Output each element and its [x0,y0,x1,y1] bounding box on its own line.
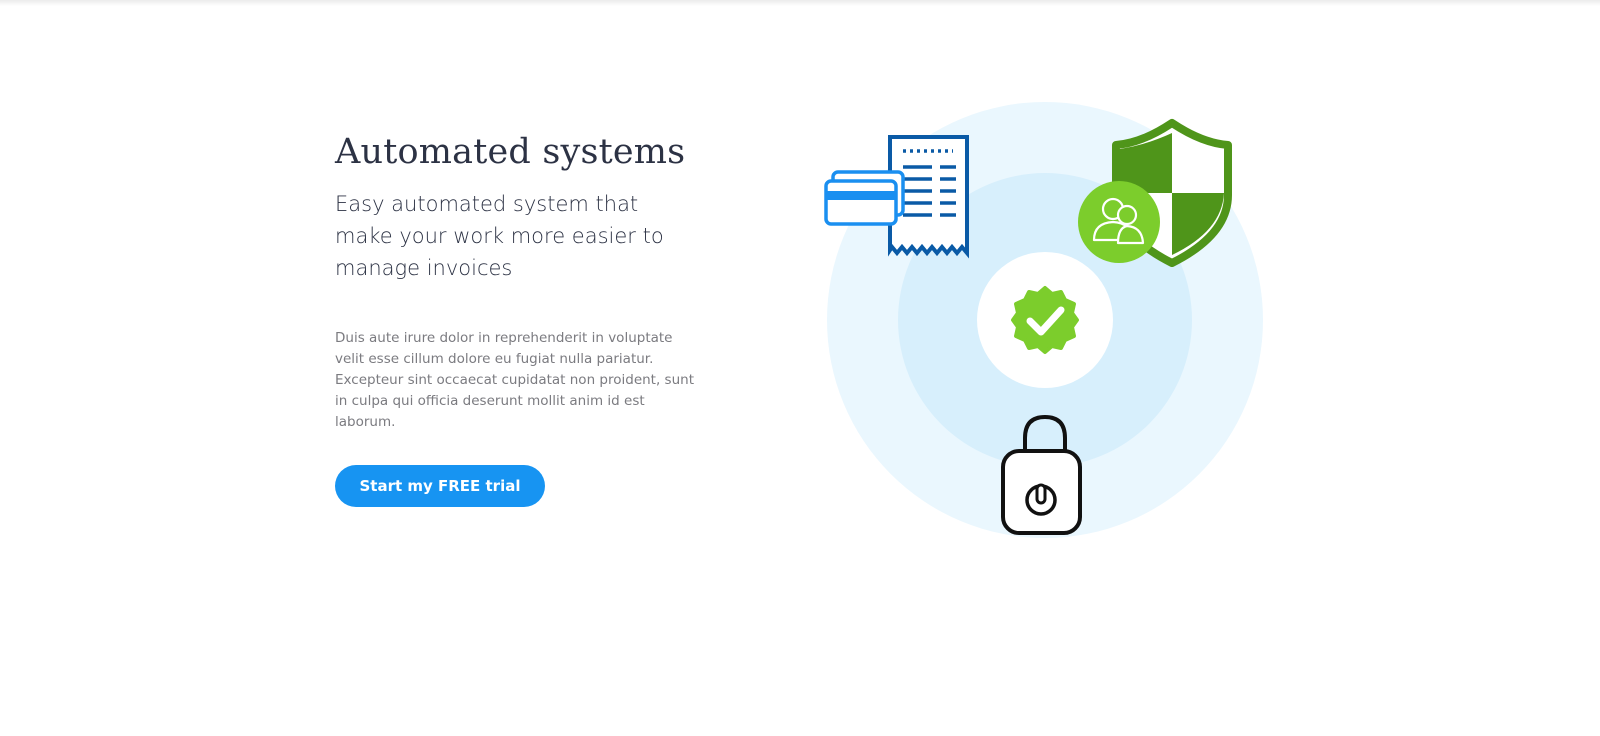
header-shadow [0,0,1600,6]
hero-subtitle: Easy automated system that make your wor… [335,192,664,280]
credit-card-icon [824,170,905,226]
verified-check-icon [977,252,1113,388]
illustration-graphic [824,102,1263,538]
start-free-trial-button[interactable]: Start my FREE trial [335,465,545,507]
page-title: Automated systems [335,132,686,172]
users-icon [1078,181,1160,263]
feature-illustration [820,95,1270,545]
page: Automated systems Easy automated system … [0,0,1600,736]
hero-body-text: Duis aute irure dolor in reprehenderit i… [335,330,694,430]
hero-text-column: Automated systems Easy automated system … [335,130,715,433]
